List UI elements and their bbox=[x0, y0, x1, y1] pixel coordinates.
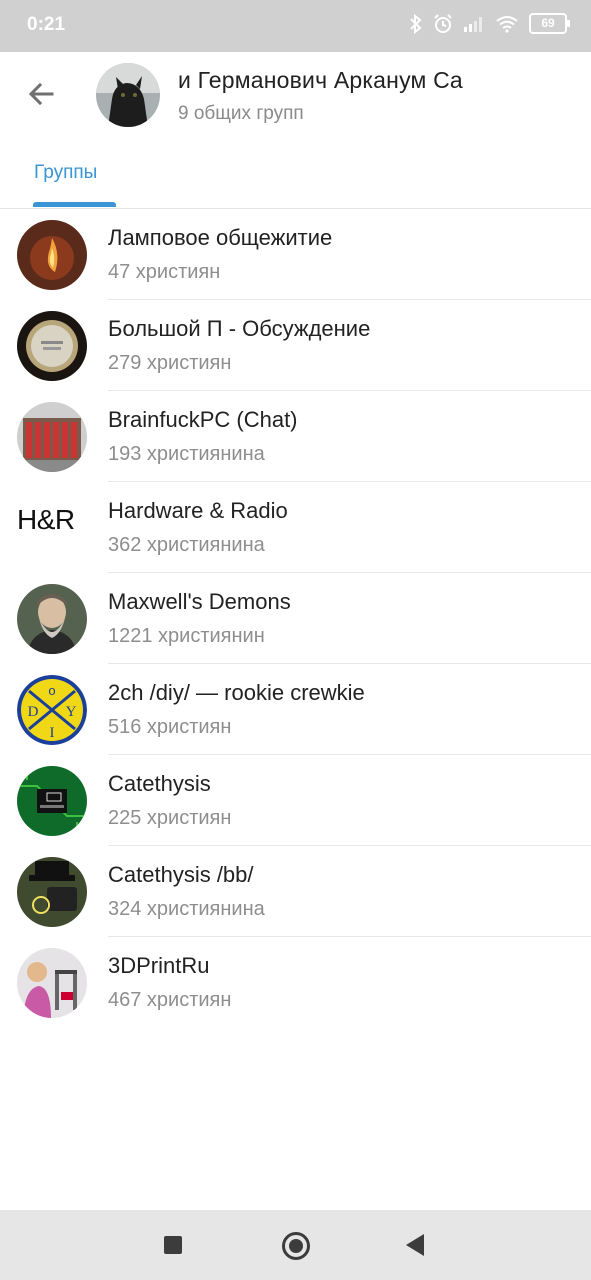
group-avatar bbox=[17, 766, 87, 836]
group-name: 2ch /diy/ — rookie crewkie bbox=[108, 680, 365, 705]
group-members: 516 християн bbox=[108, 716, 232, 738]
status-icons: 69 bbox=[409, 13, 570, 34]
group-name: Большой П - Обсуждение bbox=[108, 316, 371, 341]
group-row[interactable]: BrainfuckPC (Chat) 193 християнина bbox=[0, 391, 591, 482]
status-bar: 0:21 69 bbox=[0, 0, 591, 52]
group-avatar bbox=[17, 311, 87, 381]
group-row[interactable]: Catethysis 225 християн bbox=[0, 755, 591, 846]
group-row[interactable]: H&R Hardware & Radio 362 християнина bbox=[0, 482, 591, 573]
battery-indicator: 69 bbox=[529, 13, 570, 34]
back-button[interactable] bbox=[406, 1234, 424, 1256]
group-members: 193 християнина bbox=[108, 443, 265, 465]
group-name: 3DPrintRu bbox=[108, 953, 210, 978]
group-members: 362 християнина bbox=[108, 534, 265, 556]
profile-avatar[interactable] bbox=[96, 63, 160, 127]
svg-text:Y: Y bbox=[66, 704, 77, 720]
svg-text:D: D bbox=[28, 704, 39, 720]
common-groups-count: 9 общих групп bbox=[178, 103, 304, 124]
group-members: 1221 християнин bbox=[108, 625, 265, 647]
group-members: 47 християн bbox=[108, 261, 221, 283]
profile-header: и Германович Арканум Ca 9 общих групп Гр… bbox=[0, 52, 591, 209]
group-row[interactable]: o D Y I 2ch /diy/ — rookie crewkie 516 х… bbox=[0, 664, 591, 755]
group-row[interactable]: Maxwell's Demons 1221 християнин bbox=[0, 573, 591, 664]
profile-name-container: и Германович Арканум Ca bbox=[178, 67, 518, 101]
group-name: Catethysis /bb/ bbox=[108, 862, 254, 887]
group-avatar bbox=[17, 584, 87, 654]
alarm-icon bbox=[434, 13, 452, 33]
group-members: 279 християн bbox=[108, 352, 232, 374]
group-avatar: o D Y I bbox=[17, 675, 87, 745]
group-name: Hardware & Radio bbox=[108, 498, 288, 523]
recent-apps-button[interactable] bbox=[164, 1236, 182, 1254]
tab-groups[interactable]: Группы bbox=[34, 162, 97, 184]
profile-name: и Германович Арканум Ca bbox=[178, 67, 463, 93]
group-name: Catethysis bbox=[108, 771, 211, 796]
tab-indicator bbox=[33, 202, 116, 207]
svg-text:o: o bbox=[48, 683, 55, 698]
group-avatar bbox=[17, 402, 87, 472]
group-avatar-logo: H&R bbox=[17, 504, 75, 535]
group-avatar bbox=[17, 220, 87, 290]
group-row[interactable]: Большой П - Обсуждение 279 християн bbox=[0, 300, 591, 391]
group-row[interactable]: Ламповое общежитие 47 християн bbox=[0, 209, 591, 300]
group-members: 467 християн bbox=[108, 989, 232, 1011]
group-members: 225 християн bbox=[108, 807, 232, 829]
group-members: 324 християнина bbox=[108, 898, 265, 920]
system-nav-bar bbox=[0, 1210, 591, 1280]
back-arrow-icon[interactable] bbox=[22, 74, 62, 114]
status-time: 0:21 bbox=[27, 14, 66, 35]
signal-icon bbox=[464, 16, 482, 32]
group-avatar bbox=[17, 857, 87, 927]
group-name: BrainfuckPC (Chat) bbox=[108, 407, 298, 432]
group-name: Ламповое общежитие bbox=[108, 225, 333, 250]
group-list: Ламповое общежитие 47 християн Большой П… bbox=[0, 209, 591, 1028]
group-avatar bbox=[17, 948, 87, 1018]
group-row[interactable]: 3DPrintRu 467 християн bbox=[0, 937, 591, 1028]
wifi-icon bbox=[496, 15, 518, 33]
svg-text:I: I bbox=[50, 725, 55, 741]
group-row[interactable]: Catethysis /bb/ 324 християнина bbox=[0, 846, 591, 937]
group-name: Maxwell's Demons bbox=[108, 589, 291, 614]
home-button[interactable] bbox=[282, 1232, 310, 1260]
bluetooth-icon bbox=[410, 13, 422, 34]
